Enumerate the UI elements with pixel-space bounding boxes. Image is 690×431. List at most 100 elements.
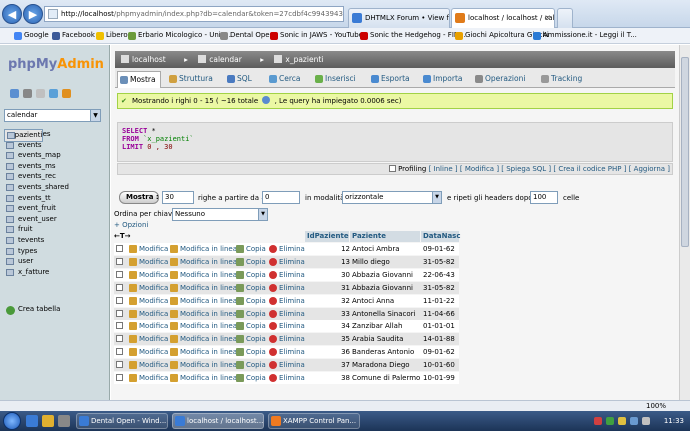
edit-link[interactable]: Modifica [129, 359, 168, 371]
favorite-libero[interactable]: Libero [96, 28, 128, 43]
ie-icon[interactable] [26, 415, 38, 427]
edit-link[interactable]: Modifica [129, 333, 168, 345]
inline-edit-link[interactable]: Modifica in linea [170, 256, 237, 268]
favorite-google[interactable]: Google [14, 28, 49, 43]
sidebar-table-item[interactable]: event_fruit [4, 203, 108, 214]
help-icon[interactable] [62, 89, 71, 98]
close-tab-icon[interactable]: × [544, 9, 551, 27]
row-checkbox[interactable] [116, 335, 123, 343]
column-paziente[interactable]: Paziente [352, 231, 386, 242]
favorite-sonic-jaws[interactable]: Sonic in JAWS - YouTube [270, 28, 363, 43]
row-checkbox[interactable] [116, 309, 123, 317]
tab-importa[interactable]: Importa [421, 71, 469, 87]
row-checkbox[interactable] [116, 283, 123, 291]
sidebar-table-item[interactable]: events_rec [4, 171, 108, 182]
inline-edit-link[interactable]: Modifica in linea [170, 333, 237, 345]
tab-esporta[interactable]: Esporta [369, 71, 419, 87]
breadcrumb-database[interactable]: calendar [198, 55, 250, 64]
row-checkbox[interactable] [116, 348, 123, 356]
tab-cerca[interactable]: Cerca [267, 71, 309, 87]
sidebar-table-item[interactable]: tevents [4, 235, 108, 246]
delete-link[interactable]: Elimina [269, 346, 305, 358]
sidebar-table-item[interactable]: events_map [4, 150, 108, 161]
tray-icon[interactable] [606, 417, 614, 425]
rows-input[interactable]: 30 [162, 191, 194, 204]
copy-link[interactable]: Copia [236, 269, 266, 281]
table-icon[interactable] [6, 215, 14, 223]
sidebar-table-item[interactable]: x_fatture [4, 267, 108, 278]
tab-operazioni[interactable]: Operazioni [473, 71, 535, 87]
breadcrumb-table[interactable]: x_pazienti [274, 55, 331, 64]
tab-mostra[interactable]: Mostra [117, 71, 161, 88]
inline-edit-link[interactable]: Modifica in linea [170, 359, 237, 371]
database-select[interactable]: calendar ▼ [4, 109, 101, 122]
row-checkbox[interactable] [116, 361, 123, 369]
breadcrumb-server[interactable]: localhost [121, 55, 174, 64]
delete-link[interactable]: Elimina [269, 256, 305, 268]
edit-link[interactable]: Modifica [129, 256, 168, 268]
sidebar-table-item[interactable]: events_ms [4, 161, 108, 172]
explorer-icon[interactable] [42, 415, 54, 427]
table-icon[interactable] [6, 247, 14, 255]
media-icon[interactable] [58, 415, 70, 427]
row-checkbox[interactable] [116, 322, 123, 330]
profiling-checkbox[interactable] [389, 165, 397, 172]
edit-link[interactable]: Modifica [129, 282, 168, 294]
sql-window-icon[interactable] [36, 89, 45, 98]
tab-inserisci[interactable]: Inserisci [313, 71, 365, 87]
clock[interactable]: 11:33 [664, 411, 684, 431]
delete-link[interactable]: Elimina [269, 269, 305, 281]
inline-edit-link[interactable]: Modifica in linea [170, 372, 237, 384]
page-scrollbar[interactable] [679, 45, 690, 400]
repeat-headers-input[interactable]: 100 [530, 191, 558, 204]
favorite-erbario[interactable]: Erbario Micologico - Univ... [128, 28, 231, 43]
column-datanasc[interactable]: DataNasc [423, 231, 461, 242]
left-right-arrows-icon[interactable]: ←T→ [114, 231, 131, 242]
tab-dhtmlx-forum[interactable]: DHTMLX Forum • View forum ... [348, 8, 450, 28]
sort-key-select[interactable]: Nessuno ▼ [172, 208, 268, 221]
copy-link[interactable]: Copia [236, 372, 266, 384]
network-icon[interactable] [630, 417, 638, 425]
edit-link[interactable]: Modifica [129, 308, 168, 320]
mostra-button[interactable]: Mostra : [119, 191, 159, 204]
copy-link[interactable]: Copia [236, 346, 266, 358]
edit-link[interactable]: Modifica [129, 320, 168, 332]
tab-sql[interactable]: SQL [225, 71, 261, 87]
table-icon[interactable] [6, 194, 14, 202]
delete-link[interactable]: Elimina [269, 333, 305, 345]
copy-link[interactable]: Copia [236, 359, 266, 371]
inline-edit-link[interactable]: Modifica in linea [170, 243, 237, 255]
phpmyadmin-logo[interactable]: phpMyAdmin [8, 57, 104, 72]
edit-link[interactable]: Modifica [129, 346, 168, 358]
row-checkbox[interactable] [116, 270, 123, 278]
table-icon[interactable] [6, 162, 14, 170]
edit-link[interactable]: Modifica [129, 269, 168, 281]
row-checkbox[interactable] [116, 296, 123, 304]
create-table-link[interactable]: Crea tabella [6, 305, 60, 315]
zoom-level[interactable]: 100% [646, 401, 666, 411]
tab-tracking[interactable]: Tracking [539, 71, 593, 87]
table-icon[interactable] [6, 173, 14, 181]
edit-link[interactable]: Modifica [129, 295, 168, 307]
inline-edit-link[interactable]: Modifica in linea [170, 308, 237, 320]
spiega-sql-link[interactable]: [ Spiega SQL ] [501, 165, 551, 173]
sidebar-table-item[interactable]: user [4, 256, 108, 267]
edit-link[interactable]: Modifica [129, 372, 168, 384]
favorite-ammissione[interactable]: Ammissione.it - Leggi il T... [533, 28, 637, 43]
aggiorna-link[interactable]: [ Aggiorna ] [629, 165, 670, 173]
docs-icon[interactable] [49, 89, 58, 98]
php-code-link[interactable]: [ Crea il codice PHP ] [553, 165, 626, 173]
exit-icon[interactable] [23, 89, 32, 98]
volume-icon[interactable] [642, 417, 650, 425]
home-icon[interactable] [10, 89, 19, 98]
sidebar-table-item[interactable]: events_shared [4, 182, 108, 193]
new-tab-button[interactable] [557, 8, 573, 28]
mode-select[interactable]: orizzontale ▼ [342, 191, 442, 204]
table-icon[interactable] [6, 236, 14, 244]
back-button[interactable]: ◀ [2, 4, 22, 24]
delete-link[interactable]: Elimina [269, 282, 305, 294]
delete-link[interactable]: Elimina [269, 243, 305, 255]
copy-link[interactable]: Copia [236, 282, 266, 294]
scrollbar-thumb[interactable] [681, 57, 689, 247]
start-row-input[interactable]: 0 [262, 191, 300, 204]
